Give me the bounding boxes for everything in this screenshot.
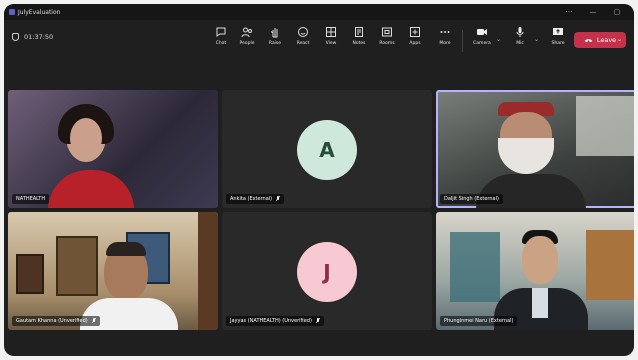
apps-button[interactable]: Apps bbox=[401, 26, 429, 56]
chat-button[interactable]: Chat bbox=[207, 26, 235, 56]
participant-video-shirt bbox=[532, 288, 548, 318]
participant-video-hair bbox=[106, 242, 146, 256]
participant-video-clothing bbox=[48, 170, 134, 208]
participant-name-tag: NATHEALTH bbox=[12, 194, 50, 204]
participant-avatar: J bbox=[297, 242, 357, 302]
title-bar: JulyEvaluation ··· — ▢ bbox=[4, 4, 634, 20]
leave-button[interactable]: Leave ⌄ bbox=[574, 32, 626, 48]
participant-name-tag: Phunginmei Naru (External) bbox=[440, 316, 518, 326]
mic-options-chevron-icon[interactable]: ⌄ bbox=[534, 36, 539, 43]
toolbar-divider bbox=[462, 30, 463, 52]
window-title: JulyEvaluation bbox=[18, 9, 61, 16]
view-button[interactable]: View bbox=[317, 26, 345, 56]
timer-text: 01:37:50 bbox=[24, 33, 54, 41]
leave-label: Leave bbox=[596, 36, 617, 44]
mic-muted-icon bbox=[91, 318, 96, 324]
participant-tile[interactable]: J Jayyas (NATHEALTH) (Unverified) bbox=[222, 212, 432, 330]
smiley-icon bbox=[298, 27, 308, 37]
more-options-icon[interactable]: ··· bbox=[560, 7, 578, 17]
microphone-icon bbox=[516, 27, 524, 37]
participant-name-tag: Jayyas (NATHEALTH) (Unverified) bbox=[226, 316, 324, 326]
participant-tile[interactable]: Phunginmei Naru (External) bbox=[436, 212, 634, 330]
participant-video-curtain bbox=[450, 232, 500, 302]
participant-name-tag: Daljit Singh (External) bbox=[440, 194, 503, 204]
participant-video-bookshelf bbox=[198, 212, 218, 330]
maximize-icon[interactable]: ▢ bbox=[608, 7, 626, 17]
camera-button[interactable]: Camera bbox=[468, 26, 496, 56]
minimize-icon[interactable]: — bbox=[584, 7, 602, 17]
participant-tile[interactable]: NATHEALTH bbox=[8, 90, 218, 208]
hand-icon bbox=[270, 28, 278, 38]
meeting-timer: 01:37:50 bbox=[12, 33, 53, 41]
participant-video-painting bbox=[16, 254, 44, 294]
participant-tile[interactable]: Daljit Singh (External) bbox=[436, 90, 634, 208]
participant-video-painting bbox=[56, 236, 98, 296]
teams-app-icon bbox=[9, 9, 15, 15]
ellipsis-icon bbox=[440, 31, 450, 33]
camera-options-chevron-icon[interactable]: ⌄ bbox=[496, 36, 501, 43]
camera-icon bbox=[477, 29, 487, 35]
participant-video-beard bbox=[498, 138, 554, 174]
mic-muted-icon bbox=[276, 196, 281, 202]
participant-name-tag: Ankita (External) bbox=[226, 194, 285, 204]
notes-icon bbox=[355, 27, 363, 37]
share-button[interactable]: Share bbox=[544, 26, 572, 56]
leave-options-chevron-icon[interactable]: ⌄ bbox=[617, 36, 622, 43]
mic-button[interactable]: Mic bbox=[506, 26, 534, 56]
share-screen-icon bbox=[553, 28, 563, 35]
participant-video-door bbox=[586, 230, 634, 300]
participant-tile[interactable]: Gautam Khanna (Unverified) bbox=[8, 212, 218, 330]
participant-video-window bbox=[576, 96, 634, 156]
participant-name-tag: Gautam Khanna (Unverified) bbox=[12, 316, 100, 326]
people-icon bbox=[241, 27, 252, 38]
phone-hangup-icon bbox=[584, 39, 593, 43]
participant-video-face-front bbox=[70, 118, 102, 158]
rooms-icon bbox=[382, 27, 392, 37]
raise-hand-button[interactable]: Raise bbox=[261, 26, 289, 56]
react-button[interactable]: React bbox=[289, 26, 317, 56]
notes-button[interactable]: Notes bbox=[345, 26, 373, 56]
meeting-toolbar: 01:37:50 Chat People Raise React View No… bbox=[4, 20, 634, 60]
participant-avatar: A bbox=[297, 120, 357, 180]
grid-view-icon bbox=[326, 27, 336, 37]
chat-icon bbox=[216, 27, 226, 37]
participant-video-face bbox=[522, 236, 558, 284]
rooms-button[interactable]: Rooms bbox=[373, 26, 401, 56]
mic-muted-icon bbox=[315, 318, 320, 324]
participant-tile[interactable]: A Ankita (External) bbox=[222, 90, 432, 208]
shield-icon bbox=[12, 33, 19, 41]
people-button[interactable]: People bbox=[233, 26, 261, 56]
apps-icon bbox=[410, 27, 420, 37]
teams-meeting-window: JulyEvaluation ··· — ▢ 01:37:50 Chat Peo… bbox=[4, 4, 634, 356]
more-button[interactable]: More bbox=[431, 26, 459, 56]
